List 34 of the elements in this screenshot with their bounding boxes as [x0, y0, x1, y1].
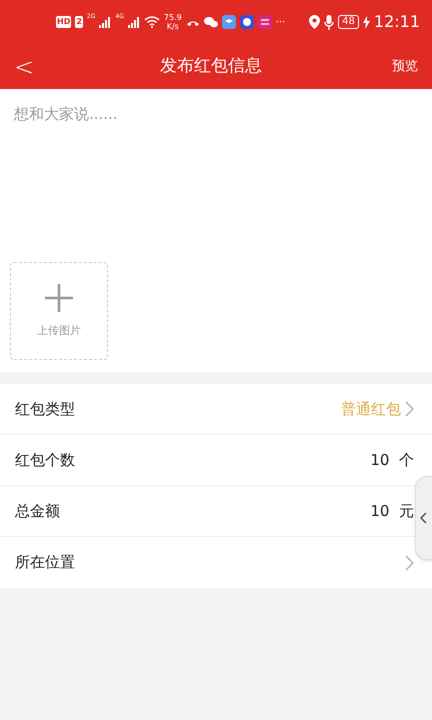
chat-app-icon [204, 16, 218, 28]
battery-level: 48 [338, 15, 359, 29]
chevron-left-icon [420, 512, 427, 524]
plus-icon [44, 282, 74, 313]
row-value: 普通红包 [341, 398, 401, 420]
row-label: 总金额 [15, 500, 61, 522]
row-value: 10 元 [370, 500, 414, 522]
microphone-icon [324, 14, 334, 30]
clock: 12:11 [374, 11, 420, 33]
message-field[interactable]: 想和大家说...... [10, 103, 422, 253]
signal-icon [128, 16, 140, 28]
app-icon [240, 15, 254, 29]
floating-side-menu[interactable] [415, 476, 432, 560]
back-button[interactable]: < [14, 54, 30, 78]
sim-badge: 2 [75, 16, 83, 28]
hd-badge: HD [56, 16, 72, 28]
signal-icon [99, 16, 112, 28]
location-icon [309, 15, 320, 29]
form-row[interactable]: 所在位置 [0, 537, 432, 588]
speed-label: 75.9 K/s [164, 13, 182, 31]
row-value: 10 个 [370, 450, 414, 471]
chevron-right-icon [405, 554, 414, 570]
charging-icon [362, 16, 370, 28]
preview-button[interactable]: 预览 [392, 56, 418, 76]
page-title: 发布红包信息 [160, 54, 262, 78]
chevron-right-icon [405, 401, 414, 417]
app-icon [222, 15, 236, 29]
more-notifications: ··· [276, 16, 286, 30]
row-label: 红包类型 [15, 398, 76, 420]
wifi-icon [144, 16, 160, 28]
row-label: 所在位置 [15, 552, 76, 574]
row-label: 红包个数 [15, 450, 76, 471]
form-row[interactable]: 红包类型 普通红包 [0, 384, 432, 435]
app-icon [258, 15, 272, 29]
